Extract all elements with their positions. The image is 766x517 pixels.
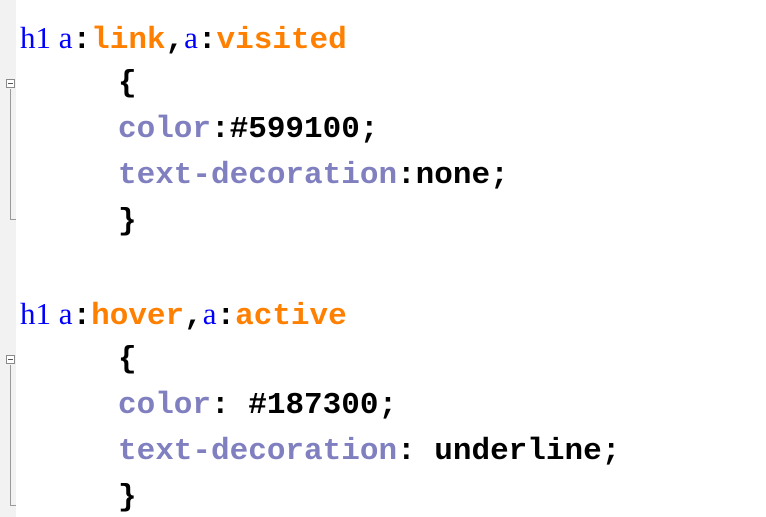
open-brace: { — [118, 342, 137, 377]
close-brace: } — [118, 204, 137, 239]
selector-colon: : — [197, 23, 217, 58]
selector-element: a — [58, 20, 73, 55]
selector-tag: h1 — [20, 296, 51, 331]
fold-line-end — [10, 219, 16, 220]
selector-comma: , — [184, 299, 203, 334]
fold-line — [10, 89, 11, 219]
pseudo-class: hover — [91, 299, 185, 334]
fold-line — [10, 365, 11, 505]
declaration-colon: : — [397, 158, 416, 193]
code-editor[interactable]: h1 a:link,a:visited { color:#599100; tex… — [0, 0, 766, 517]
selector-colon: : — [216, 299, 236, 334]
semicolon: ; — [378, 388, 398, 423]
semicolon: ; — [490, 158, 509, 193]
selector-line: h1 a:hover,a:active — [20, 294, 347, 334]
selector-comma: , — [165, 23, 185, 58]
selector-element: a — [58, 296, 73, 331]
pseudo-class: visited — [216, 23, 347, 58]
semicolon: ; — [359, 112, 379, 147]
declaration-colon: : — [397, 434, 435, 469]
declaration-colon: : — [211, 388, 249, 423]
fold-collapse-icon[interactable] — [6, 355, 15, 364]
css-value: #599100 — [229, 112, 360, 147]
selector-element: a — [184, 20, 198, 55]
fold-collapse-icon[interactable] — [6, 79, 15, 88]
selector-element: a — [202, 296, 217, 331]
selector-tag: h1 — [20, 20, 51, 55]
fold-line-end — [10, 505, 16, 506]
selector-colon: : — [72, 23, 92, 58]
css-property: color — [118, 112, 212, 147]
pseudo-class: link — [91, 23, 166, 58]
css-property: color — [118, 388, 212, 423]
css-value: none — [415, 158, 491, 193]
css-value: #187300 — [248, 388, 379, 423]
declaration-line: color: #187300; — [118, 386, 397, 426]
css-property: text-decoration — [118, 158, 398, 193]
semicolon: ; — [601, 434, 621, 469]
css-property: text-decoration — [118, 434, 398, 469]
declaration-line: text-decoration: underline; — [118, 432, 620, 472]
selector-colon: : — [72, 299, 92, 334]
declaration-colon: : — [211, 112, 230, 147]
css-value: underline — [434, 434, 602, 469]
declaration-line: text-decoration:none; — [118, 156, 509, 196]
declaration-line: color:#599100; — [118, 110, 378, 150]
fold-gutter — [0, 0, 16, 517]
pseudo-class: active — [235, 299, 347, 334]
close-brace: } — [118, 480, 137, 515]
open-brace: { — [118, 66, 137, 101]
selector-line: h1 a:link,a:visited — [20, 18, 347, 58]
